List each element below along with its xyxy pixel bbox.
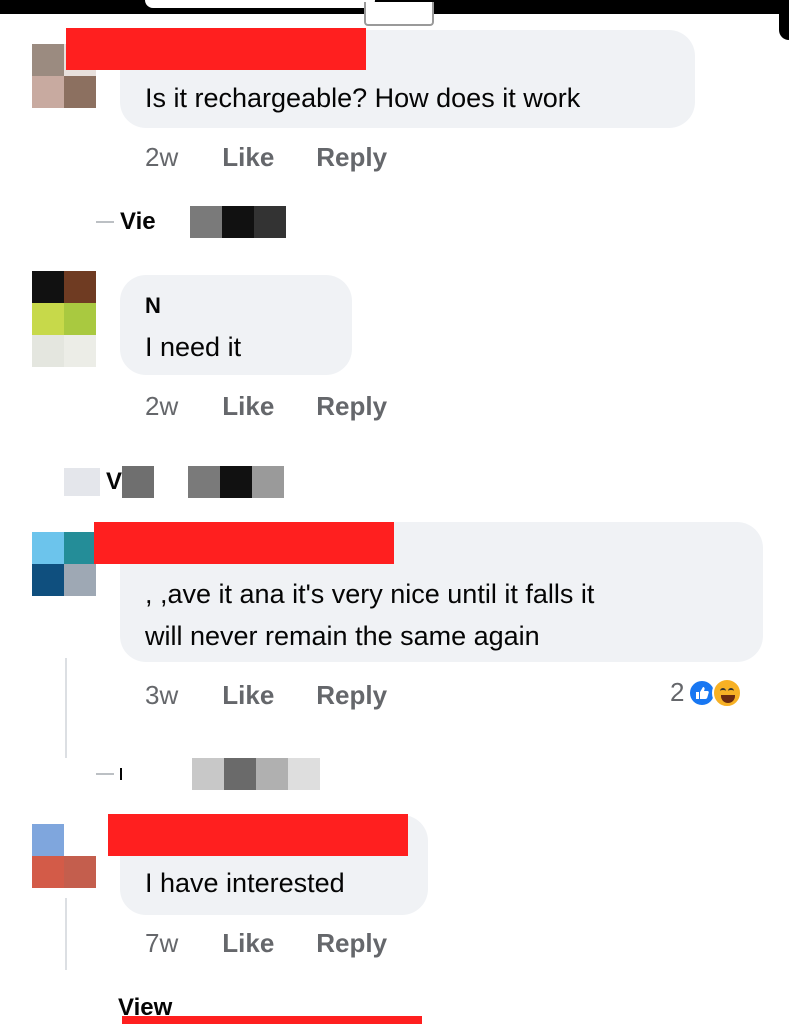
like-button[interactable]: Like (222, 391, 274, 422)
avatar[interactable] (32, 271, 96, 367)
comment-timestamp[interactable]: 2w (145, 391, 178, 422)
reply-connector (64, 468, 100, 496)
redacted-bottom-bar (122, 1016, 422, 1024)
pixelated-replies-count (192, 758, 320, 790)
thread-line (65, 658, 67, 758)
comment-text: Is it rechargeable? How does it work (145, 83, 581, 113)
comment-actions: 7w Like Reply (145, 928, 387, 959)
view-replies-label: Vie (120, 208, 156, 235)
reply-connector (96, 773, 114, 775)
redacted-author-name (108, 814, 408, 856)
avatar-pixel (64, 271, 96, 303)
reply-button[interactable]: Reply (316, 391, 387, 422)
pixel (253, 206, 286, 238)
pixel (252, 466, 285, 498)
avatar-pixel (64, 532, 96, 564)
comment-author-initial[interactable]: N (145, 287, 161, 325)
comment-actions: 3w Like Reply (145, 680, 387, 711)
reply-button[interactable]: Reply (316, 680, 387, 711)
view-replies-link[interactable]: Vie (96, 206, 286, 238)
reaction-count: 2 (670, 677, 685, 707)
haha-mouth (721, 694, 736, 703)
avatar-pixel (64, 76, 96, 108)
avatar-pixel (32, 564, 64, 596)
reply-button[interactable]: Reply (316, 142, 387, 173)
avatar[interactable] (32, 824, 96, 888)
top-edge-stripe (145, 0, 375, 8)
comment-timestamp[interactable]: 3w (145, 680, 178, 711)
avatar-pixel (32, 303, 64, 335)
pixel (192, 758, 224, 790)
pixel (154, 466, 189, 498)
view-replies-tick (120, 768, 122, 780)
pixel (122, 466, 155, 498)
pixel (189, 206, 222, 238)
pixel (221, 206, 254, 238)
avatar-pixel (64, 335, 96, 367)
comment-actions: 2w Like Reply (145, 391, 387, 422)
avatar-pixel (32, 856, 64, 888)
avatar-pixel (64, 856, 96, 888)
right-corner (779, 0, 789, 40)
drag-handle[interactable] (364, 2, 434, 26)
pixelated-replies-count (189, 206, 286, 238)
pixel (288, 758, 320, 790)
comment-actions: 2w Like Reply (145, 142, 387, 173)
pixel (256, 758, 288, 790)
avatar-pixel (64, 564, 96, 596)
comment-text: I have interested (145, 868, 345, 898)
avatar[interactable] (32, 532, 96, 596)
reaction-summary[interactable]: 2 (670, 677, 743, 708)
view-replies-link[interactable] (96, 758, 320, 790)
redacted-author-name (94, 522, 394, 564)
pixel (188, 466, 221, 498)
thread-line (65, 898, 67, 970)
like-button[interactable]: Like (222, 680, 274, 711)
pixelated-replies-count (122, 466, 285, 498)
comment-text: will never remain the same again (145, 621, 540, 651)
comment-text: I need it (145, 332, 242, 362)
avatar-pixel (32, 76, 64, 108)
avatar-pixel (32, 335, 64, 367)
haha-icon (712, 677, 743, 708)
comment-text: , ,ave it ana it's very nice until it fa… (145, 579, 595, 609)
avatar-pixel (32, 532, 64, 564)
like-button[interactable]: Like (222, 142, 274, 173)
pixel (220, 466, 253, 498)
avatar-pixel (32, 271, 64, 303)
comment-timestamp[interactable]: 2w (145, 142, 178, 173)
view-replies-link[interactable]: Vi (64, 466, 285, 498)
avatar-pixel (64, 303, 96, 335)
avatar-pixel (32, 824, 64, 856)
pixel (224, 758, 256, 790)
avatar-pixel (64, 824, 96, 856)
like-button[interactable]: Like (222, 928, 274, 959)
reply-button[interactable]: Reply (316, 928, 387, 959)
comment-timestamp[interactable]: 7w (145, 928, 178, 959)
avatar-pixel (32, 44, 64, 76)
reply-connector (96, 221, 114, 223)
redacted-author-name (66, 28, 366, 70)
